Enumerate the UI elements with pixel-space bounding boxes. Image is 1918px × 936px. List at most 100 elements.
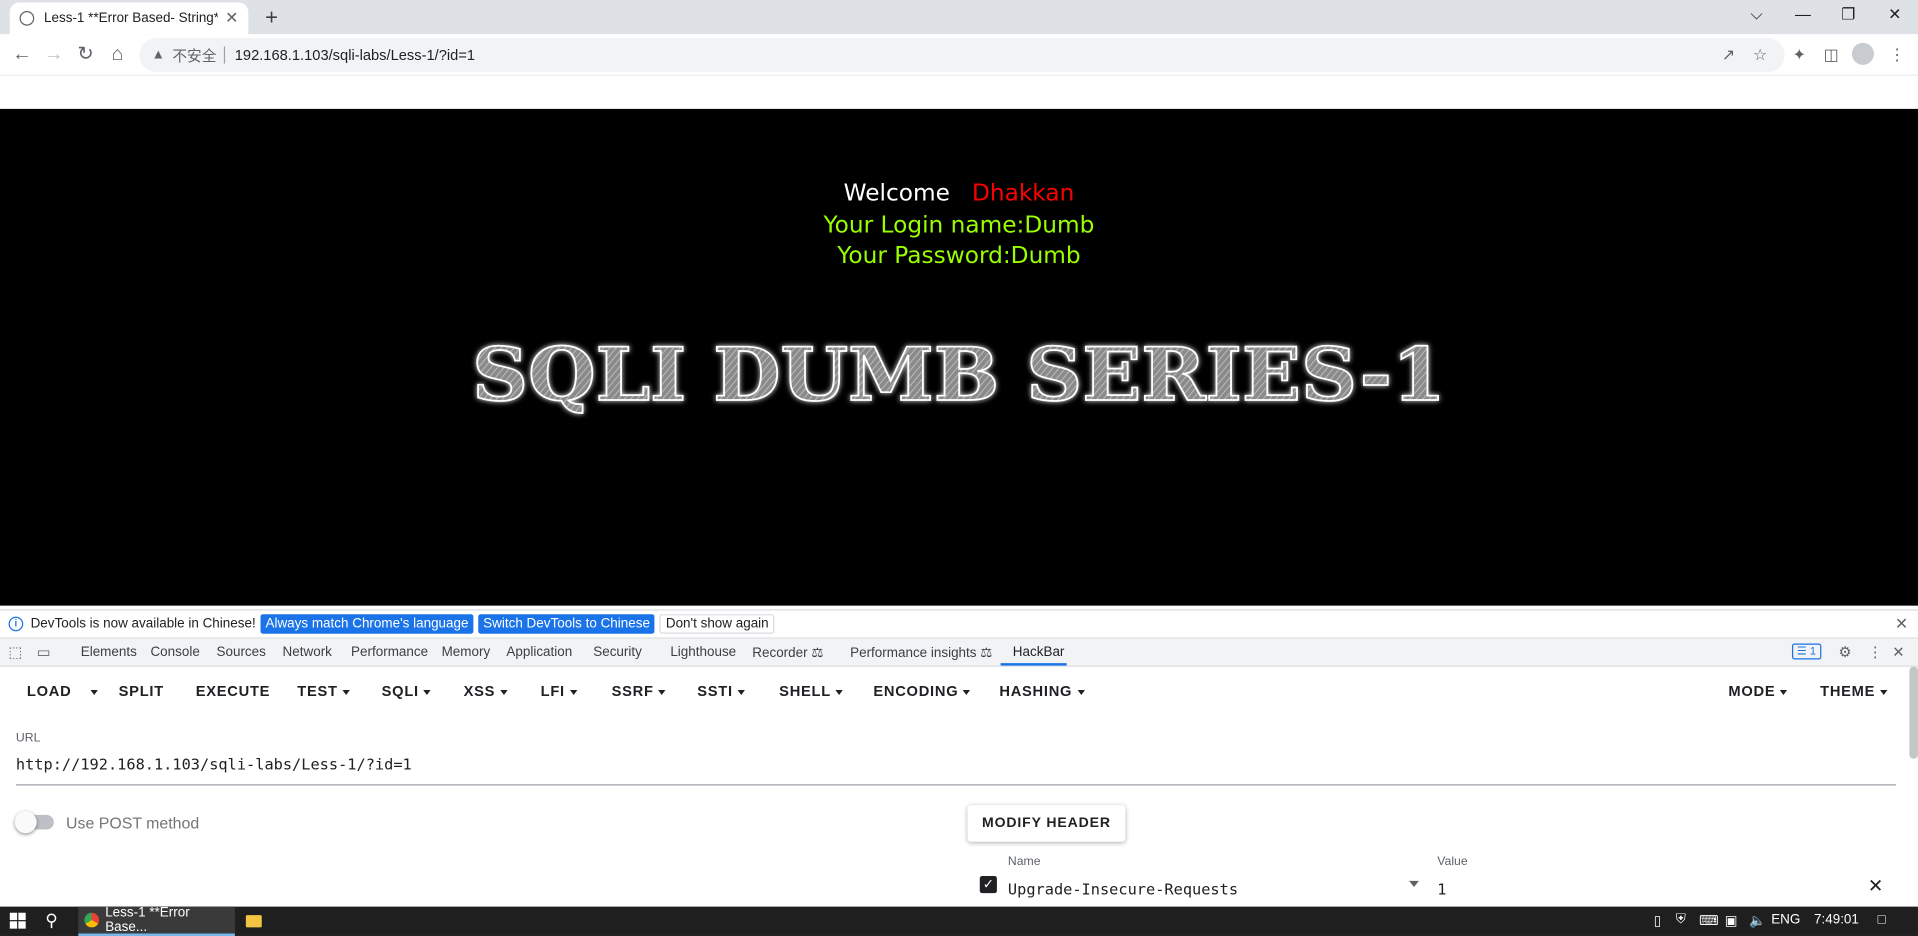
inspect-element-icon[interactable]: ⬚ [9,644,23,661]
lfi-menu[interactable]: LFI [540,682,578,700]
tab-sources[interactable]: Sources [217,645,266,660]
match-language-button[interactable]: Always match Chrome's language [260,614,474,634]
welcome-line: Welcome Dhakkan [0,180,1918,207]
tab-lighthouse[interactable]: Lighthouse [670,645,736,660]
side-panel-icon[interactable]: ◫ [1821,45,1841,65]
kebab-menu-icon[interactable]: ⋮ [1868,644,1883,661]
minimize-icon[interactable]: — [1793,5,1813,23]
test-menu[interactable]: TEST [297,683,350,700]
header-value-field[interactable]: 1 [1437,880,1446,898]
execute-button[interactable]: EXECUTE [196,683,270,700]
page-top-strip [0,75,1918,109]
tab-performance-insights-label: Performance insights [850,646,977,661]
chevron-down-icon [963,689,971,695]
sqli-menu[interactable]: SQLI [381,682,432,700]
mode-menu-label: MODE [1728,682,1776,700]
network-icon[interactable]: ▣ [1725,913,1738,929]
file-explorer-icon[interactable] [245,915,262,928]
info-icon: i [8,616,24,632]
xss-menu-label: XSS [463,682,496,700]
ssrf-menu[interactable]: SSRF [612,683,666,700]
header-value-label: Value [1437,855,1468,869]
bookmark-star-icon[interactable]: ☆ [1750,45,1770,65]
url-input[interactable]: http://192.168.1.103/sqli-labs/Less-1/?i… [15,755,1896,786]
chevron-down-icon [423,689,432,695]
extensions-icon[interactable]: ✦ [1790,45,1810,65]
modify-header-button[interactable]: MODIFY HEADER [967,805,1126,842]
profile-icon[interactable] [1851,42,1874,65]
tab-search-icon[interactable]: ⌵ [1747,5,1767,25]
device-toolbar-icon[interactable]: ▭ [37,644,51,661]
shell-menu[interactable]: SHELL [779,683,844,700]
address-bar[interactable]: ▲ 不安全 192.168.1.103/sqli-labs/Less-1/?id… [139,37,1785,73]
browser-tab[interactable]: Less-1 **Error Based- String** ✕ [9,2,249,35]
close-icon[interactable]: ✕ [1895,614,1908,634]
share-icon[interactable]: ↗ [1719,45,1739,65]
devtools-infobar: i DevTools is now available in Chinese! … [0,609,1918,639]
page-content: Welcome Dhakkan Your Login name:Dumb Your… [0,108,1918,606]
battery-icon[interactable]: ▯ [1654,913,1661,929]
close-window-icon[interactable]: ✕ [1885,5,1905,25]
dont-show-again-button[interactable]: Don't show again [659,614,775,634]
back-icon[interactable]: ← [10,43,34,67]
switch-language-button[interactable]: Switch DevTools to Chinese [478,614,655,634]
split-button[interactable]: SPLIT [119,683,164,700]
issues-badge[interactable]: ☰ 1 [1791,643,1821,660]
taskbar-chrome-item[interactable]: Less-1 **Error Base... [78,905,235,936]
security-label[interactable]: 不安全 [172,45,216,66]
search-icon[interactable]: ⚲ [45,910,58,931]
tab-hackbar[interactable]: HackBar [1000,645,1067,666]
tab-close-icon[interactable]: ✕ [225,9,238,29]
chevron-down-icon [835,689,844,695]
url-label: URL [15,731,41,746]
keyboard-icon[interactable]: ⌨ [1699,913,1718,929]
language-indicator[interactable]: ENG [1771,913,1800,928]
user-name: Dhakkan [971,179,1075,207]
chevron-down-icon[interactable] [1409,880,1419,888]
forward-icon[interactable]: → [42,43,66,67]
clock[interactable]: 7:49:01 [1814,913,1859,928]
reload-icon[interactable]: ↻ [73,43,97,67]
tab-memory[interactable]: Memory [442,645,491,660]
tab-title: Less-1 **Error Based- String** [44,11,218,26]
header-name-field[interactable]: Upgrade-Insecure-Requests [1008,880,1238,898]
load-dropdown-icon[interactable] [86,683,98,700]
xss-menu[interactable]: XSS [464,683,508,700]
ssti-menu[interactable]: SSTI [697,682,746,700]
tab-security[interactable]: Security [593,645,642,660]
tab-application[interactable]: Application [506,645,572,660]
mode-menu[interactable]: MODE [1728,682,1788,700]
tab-console[interactable]: Console [150,645,199,660]
lfi-menu-label: LFI [540,682,565,700]
theme-menu-label: THEME [1820,682,1876,700]
post-method-toggle[interactable] [14,811,54,834]
restore-icon[interactable]: ❐ [1838,5,1858,25]
tab-network[interactable]: Network [283,645,332,660]
menu-icon[interactable]: ⋮ [1887,45,1907,65]
login-name: Your Login name:Dumb [823,211,1095,239]
windows-start-icon[interactable] [9,912,26,929]
theme-menu[interactable]: THEME [1820,682,1888,700]
flask-icon: ⚖ [811,646,824,661]
encoding-menu[interactable]: ENCODING [873,683,971,700]
new-tab-button[interactable]: + [259,5,283,31]
scrollbar[interactable] [1909,666,1918,759]
gear-icon[interactable]: ⚙ [1838,644,1851,661]
home-icon[interactable]: ⌂ [105,43,129,67]
tab-elements[interactable]: Elements [81,645,137,660]
notification-icon[interactable]: □ [1878,913,1886,928]
remove-header-icon[interactable]: ✕ [1868,875,1883,897]
url-text[interactable]: 192.168.1.103/sqli-labs/Less-1/?id=1 [235,46,475,63]
close-devtools-icon[interactable]: ✕ [1892,644,1904,661]
ssti-menu-label: SSTI [697,682,733,700]
chevron-down-icon [1077,689,1085,695]
load-button[interactable]: LOAD [27,683,72,700]
header-enabled-checkbox[interactable]: ✓ [979,876,997,894]
tab-performance[interactable]: Performance [351,645,428,660]
volume-icon[interactable]: 🔈 [1749,913,1766,929]
hashing-menu[interactable]: HASHING [999,683,1085,700]
tab-performance-insights[interactable]: Performance insights ⚖ [850,645,992,661]
tab-recorder[interactable]: Recorder ⚖ [752,645,823,661]
security-shield-icon[interactable]: ⛨ [1676,913,1686,929]
sqli-menu-label: SQLI [381,682,419,700]
